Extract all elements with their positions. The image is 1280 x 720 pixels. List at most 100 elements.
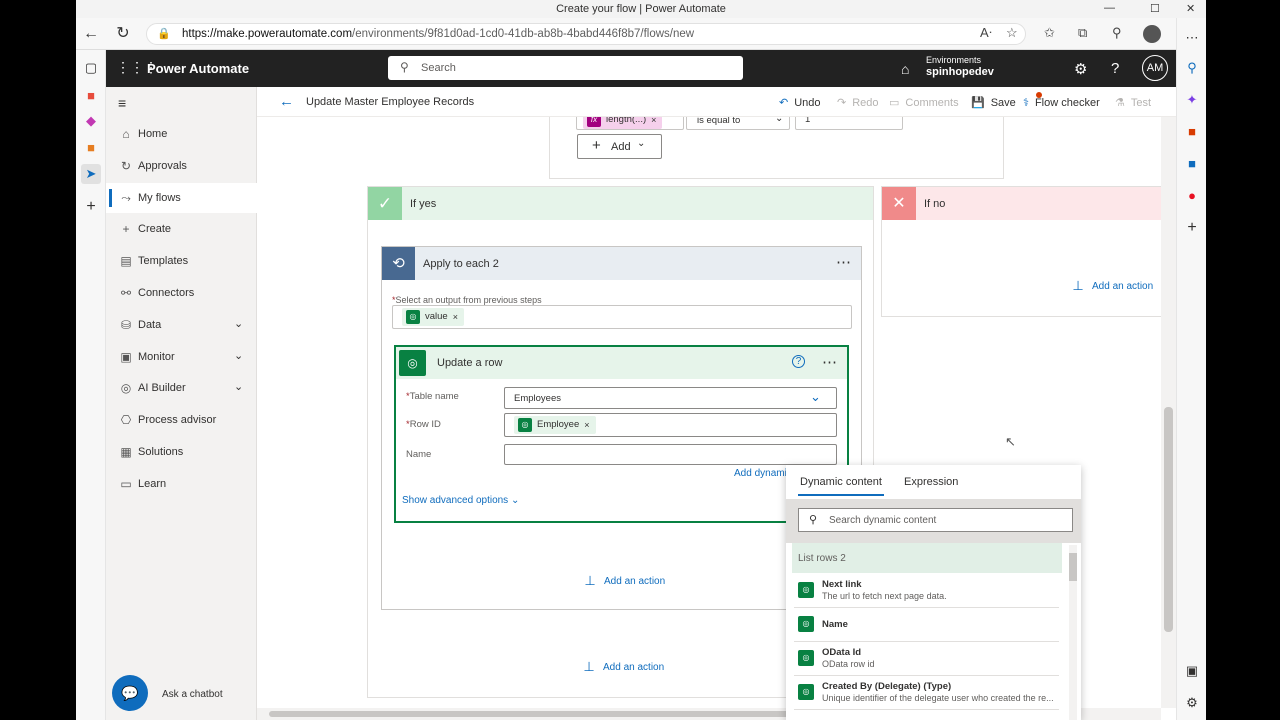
tab-dynamic-content[interactable]: Dynamic content xyxy=(800,476,882,488)
outlook-icon[interactable]: ■ xyxy=(1182,154,1202,174)
chevron-down-icon[interactable]: ⌄ xyxy=(234,380,243,393)
comments-button[interactable]: ▭ Comments xyxy=(889,96,959,109)
dynamic-item[interactable]: ◎ Next link The url to fetch next page dat… xyxy=(794,574,1059,608)
extensions-icon[interactable]: ⚲ xyxy=(1112,25,1122,41)
add-sidebar-icon[interactable]: + xyxy=(1182,218,1202,238)
table-name-dropdown[interactable]: Employees ⌄ xyxy=(504,387,837,409)
test-button[interactable]: ⚗ Test xyxy=(1115,96,1151,109)
add-action-inner[interactable]: ⊥ Add an action xyxy=(582,573,665,589)
group-header[interactable]: List rows 2 xyxy=(792,543,1062,573)
condition-value-field[interactable]: 1 xyxy=(795,117,903,130)
sidebar-settings-icon[interactable]: ⚙ xyxy=(1182,693,1202,713)
nav-item-connectors[interactable]: ⚯ Connectors xyxy=(106,278,257,308)
minimize-icon[interactable]: — xyxy=(1104,2,1115,14)
nav-item-learn[interactable]: ▭ Learn xyxy=(106,469,257,499)
dynamic-search-input[interactable]: ⚲ Search dynamic content xyxy=(798,508,1073,532)
refresh-icon[interactable]: ↻ xyxy=(112,24,134,44)
row-id-field[interactable]: ◎ Employee × xyxy=(504,413,837,437)
more-options-icon[interactable]: ⋯ xyxy=(822,353,837,371)
hamburger-icon[interactable]: ≡ xyxy=(118,95,126,111)
chevron-down-icon[interactable]: ⌄ xyxy=(234,349,243,362)
canvas-vertical-scrollbar[interactable] xyxy=(1161,117,1176,708)
nav-item-data[interactable]: ⛁ Data ⌄ xyxy=(106,310,257,340)
expression-token[interactable]: fx length(...) × xyxy=(583,117,663,129)
maximize-icon[interactable]: ☐ xyxy=(1150,2,1160,15)
panel-scrollbar[interactable] xyxy=(1069,545,1077,720)
copilot-icon[interactable]: ✦ xyxy=(1182,90,1202,110)
window-titlebar: Create your flow | Power Automate — ☐ ✕ xyxy=(76,0,1206,18)
show-advanced-options-link[interactable]: Show advanced options ⌄ xyxy=(402,495,519,506)
nav-item-monitor[interactable]: ▣ Monitor ⌄ xyxy=(106,342,257,372)
remove-token-icon[interactable]: × xyxy=(453,308,458,326)
environment-picker[interactable]: Environments spinhopedev xyxy=(926,54,994,78)
add-action-if-no[interactable]: ⊥ Add an action xyxy=(1070,278,1153,294)
microsoft-tab-icon-2[interactable]: ■ xyxy=(81,138,101,158)
url-field[interactable]: 🔒 https://make.powerautomate.com/environ… xyxy=(146,23,1026,45)
microsoft-tab-icon[interactable]: ■ xyxy=(81,86,101,106)
dynamic-item[interactable]: ◎ Created By (Delegate) (Type) Unique iden… xyxy=(794,676,1059,710)
redo-button[interactable]: ↷ Redo xyxy=(837,96,879,109)
avatar[interactable]: AM xyxy=(1142,55,1168,81)
nav-item-home[interactable]: ⌂ Home xyxy=(106,119,257,149)
nav-item-create[interactable]: + Create xyxy=(106,214,257,244)
apply-to-each-header[interactable]: ⟲ Apply to each 2 ⋯ xyxy=(382,247,861,280)
remove-token-icon[interactable]: × xyxy=(651,117,656,129)
search-sidebar-icon[interactable]: ⚲ xyxy=(1182,58,1202,78)
favorites-icon[interactable]: ✩ xyxy=(1044,25,1055,41)
app-name[interactable]: Power Automate xyxy=(147,61,249,76)
dynamic-item[interactable]: ◎ OData Id OData row id xyxy=(794,642,1059,676)
flow-name: Update Master Employee Records xyxy=(306,96,475,108)
help-icon[interactable]: ? xyxy=(1111,60,1119,77)
more-icon[interactable]: ⋯ xyxy=(1182,28,1202,48)
more-options-icon[interactable]: ⋯ xyxy=(836,253,851,271)
chevron-down-icon[interactable]: ⌄ xyxy=(234,317,243,330)
profile-icon[interactable] xyxy=(1143,25,1161,43)
games-icon[interactable]: ● xyxy=(1182,186,1202,206)
back-icon[interactable]: ← xyxy=(80,24,102,44)
table-name-value: Employees xyxy=(514,393,561,404)
read-aloud-icon[interactable]: Aᐧ xyxy=(980,25,992,41)
add-condition-button[interactable]: + Add ⌄ xyxy=(577,134,662,159)
powerapps-tab-icon[interactable]: ◆ xyxy=(81,111,101,131)
nav-item-approvals[interactable]: ↻ Approvals xyxy=(106,151,257,181)
nav-item-templates[interactable]: ▤ Templates xyxy=(106,246,257,276)
select-output-field[interactable]: ◎ value × xyxy=(392,305,852,329)
scroll-thumb[interactable] xyxy=(1069,553,1077,581)
dynamic-item[interactable]: ◎ Name xyxy=(794,608,1059,642)
nav-item-process-advisor[interactable]: ⎔ Process advisor xyxy=(106,405,257,435)
search-box[interactable]: ⚲ Search xyxy=(388,56,743,80)
scroll-thumb[interactable] xyxy=(1164,407,1173,632)
flow-checker-button[interactable]: ⚕ Flow checker xyxy=(1023,96,1100,109)
chatbot-button[interactable]: 💬 xyxy=(112,675,148,711)
nav-item-my-flows[interactable]: ⤳ My flows xyxy=(106,182,257,213)
if-yes-header[interactable]: ✓ If yes xyxy=(368,187,873,220)
update-row-header[interactable]: ◎ Update a row ? ⋯ xyxy=(396,347,847,379)
undo-button[interactable]: ↶ Undo xyxy=(779,96,821,109)
power-automate-tab-icon[interactable]: ➤ xyxy=(81,164,101,184)
employee-token[interactable]: ◎ Employee × xyxy=(514,416,596,434)
hide-sidebar-icon[interactable]: ▣ xyxy=(1182,661,1202,681)
office-icon[interactable]: ■ xyxy=(1182,122,1202,142)
tab-expression[interactable]: Expression xyxy=(904,476,958,488)
help-icon[interactable]: ? xyxy=(792,355,805,368)
select-output-label: Select an output from previous steps xyxy=(395,295,542,305)
settings-gear-icon[interactable]: ⚙ xyxy=(1074,60,1087,78)
new-tab-icon[interactable]: + xyxy=(81,197,101,217)
collections-icon[interactable]: ⧉ xyxy=(1078,25,1087,41)
close-icon[interactable]: ✕ xyxy=(1186,2,1195,15)
add-action-icon: ⊥ xyxy=(1072,278,1084,293)
value-token[interactable]: ◎ value × xyxy=(402,308,464,326)
name-field[interactable] xyxy=(504,444,837,465)
back-arrow-icon[interactable]: ← xyxy=(279,93,294,110)
nav-item-ai-builder[interactable]: ◎ AI Builder ⌄ xyxy=(106,373,257,403)
favorite-icon[interactable]: ☆ xyxy=(1006,25,1018,41)
nav-item-solutions[interactable]: ▦ Solutions xyxy=(106,437,257,467)
condition-left-field[interactable]: fx length(...) × xyxy=(576,117,684,130)
tab-actions-icon[interactable]: ▢ xyxy=(81,58,101,78)
if-no-header[interactable]: ✕ If no xyxy=(882,187,1161,220)
save-button[interactable]: 💾 Save xyxy=(971,96,1016,109)
add-action-if-yes[interactable]: ⊥ Add an action xyxy=(581,659,664,675)
condition-operator[interactable]: is equal to ⌄ xyxy=(686,117,790,130)
fx-icon: fx xyxy=(587,117,601,127)
remove-token-icon[interactable]: × xyxy=(584,416,589,434)
